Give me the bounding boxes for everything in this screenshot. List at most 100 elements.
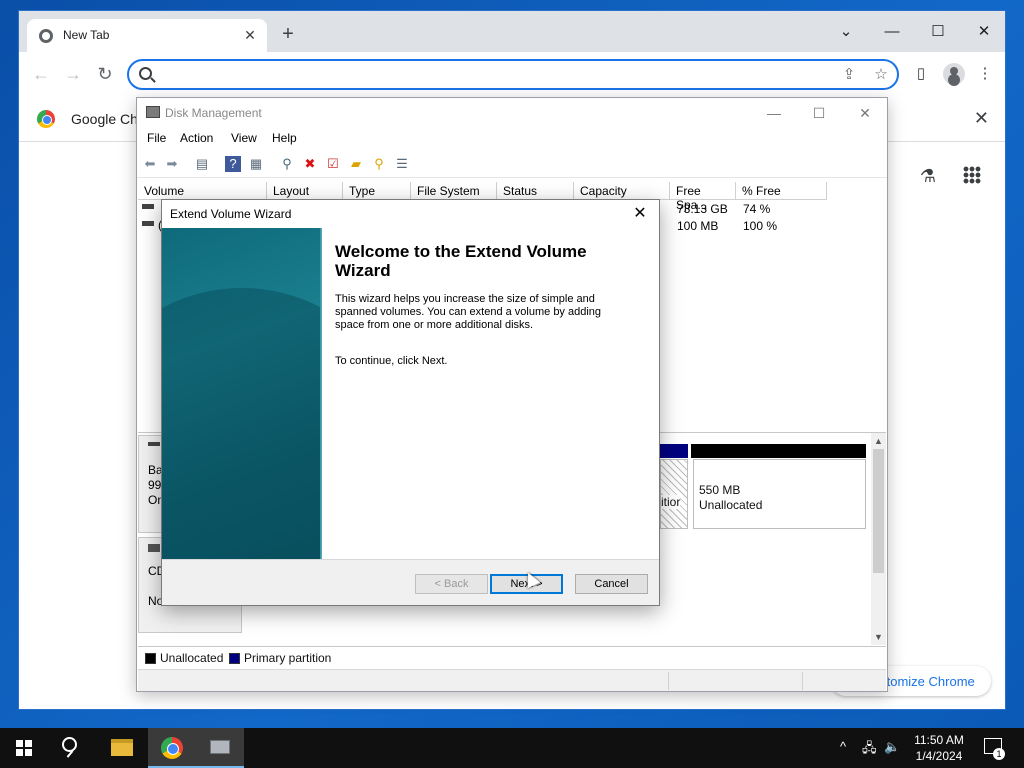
- tab-search-chevron-icon[interactable]: ⌄: [823, 19, 869, 45]
- browser-toolbar: ← → ↻ ⇪ ☆ ▯ ⋮: [19, 52, 1005, 96]
- taskbar: ^ 🖧 🔈 11:50 AM 1/4/2024 1: [0, 728, 1024, 768]
- network-icon[interactable]: 🖧: [862, 739, 877, 761]
- start-button[interactable]: [0, 728, 48, 768]
- minimize-button[interactable]: —: [869, 19, 915, 45]
- row-free-space: 100 MB: [677, 219, 719, 233]
- cancel-button[interactable]: Cancel: [575, 574, 648, 594]
- address-bar[interactable]: ⇪ ☆: [127, 59, 899, 90]
- wizard-continue-text: To continue, click Next.: [335, 355, 448, 367]
- wizard-side-banner: [162, 228, 322, 559]
- wizard-footer: < Back Next > Cancel: [162, 559, 659, 605]
- tab-strip: New Tab ✕ + ⌄ — ☐ ✕: [19, 11, 1005, 52]
- chrome-favicon-icon: [39, 29, 53, 43]
- folder-icon: [111, 739, 133, 756]
- col-file-system[interactable]: File System: [411, 182, 497, 200]
- dm-title: Disk Management: [165, 106, 262, 120]
- col-volume[interactable]: Volume: [138, 182, 267, 200]
- console-tree-icon[interactable]: ▤: [194, 156, 210, 172]
- volume-drive-icon: [142, 221, 154, 226]
- back-button[interactable]: ←: [29, 62, 53, 86]
- clock-date: 1/4/2024: [915, 749, 963, 763]
- disk-icon: [148, 442, 160, 446]
- labs-flask-icon[interactable]: ⚗: [917, 166, 939, 188]
- scroll-up-icon[interactable]: ▲: [873, 435, 884, 447]
- infobar-close-icon[interactable]: ✕: [974, 108, 989, 129]
- scroll-thumb[interactable]: [873, 449, 884, 573]
- menu-action[interactable]: Action: [180, 131, 213, 145]
- disk-management-icon: [210, 740, 230, 754]
- col-pct-free[interactable]: % Free: [736, 182, 827, 200]
- wizard-heading: Welcome to the Extend Volume Wizard: [335, 242, 587, 280]
- col-layout[interactable]: Layout: [267, 182, 343, 200]
- share-icon[interactable]: ⇪: [839, 65, 859, 85]
- dm-close-button[interactable]: ✕: [845, 102, 885, 124]
- windows-logo-icon: [16, 740, 32, 756]
- wizard-close-icon[interactable]: ✕: [629, 203, 651, 225]
- reload-button[interactable]: ↻: [93, 62, 117, 86]
- infobar-text: Google Chr: [71, 111, 143, 127]
- chrome-taskbar-button[interactable]: [148, 728, 196, 768]
- tab-new-tab[interactable]: New Tab ✕: [27, 19, 267, 52]
- wizard-description: This wizard helps you increase the size …: [335, 293, 602, 331]
- volume-muted-icon[interactable]: 🔈: [884, 739, 900, 755]
- close-window-button[interactable]: ✕: [961, 19, 1005, 45]
- clock[interactable]: 11:50 AM 1/4/2024: [900, 732, 978, 764]
- list-view-icon[interactable]: ☰: [394, 156, 410, 172]
- search-folder-icon[interactable]: ⚲: [371, 156, 387, 172]
- cd-drive-icon: [148, 544, 160, 552]
- menu-view[interactable]: View: [231, 131, 257, 145]
- profile-avatar[interactable]: [943, 63, 965, 85]
- volume-drive-icon: [142, 204, 154, 209]
- connect-icon[interactable]: ⚲: [279, 156, 295, 172]
- wizard-titlebar: Extend Volume Wizard ✕: [162, 200, 659, 228]
- unallocated-bar: [691, 444, 866, 458]
- legend-primary: Primary partition: [244, 651, 332, 665]
- row-pct-free: 74 %: [743, 202, 771, 216]
- google-chrome-logo-icon: [37, 110, 55, 128]
- file-explorer-button[interactable]: [98, 728, 146, 768]
- help-icon[interactable]: ?: [225, 156, 241, 172]
- col-type[interactable]: Type: [343, 182, 411, 200]
- search-icon: [62, 737, 77, 752]
- disk-management-taskbar-button[interactable]: [196, 728, 244, 768]
- legend-primary-swatch: [229, 653, 240, 664]
- tab-close-icon[interactable]: ✕: [241, 26, 259, 44]
- back-button[interactable]: < Back: [415, 574, 488, 594]
- search-button[interactable]: [48, 728, 96, 768]
- partition-block[interactable]: itior: [660, 459, 688, 529]
- row-pct-free: 100 %: [743, 219, 778, 233]
- delete-icon[interactable]: ✖: [302, 156, 318, 172]
- bookmark-star-icon[interactable]: ☆: [871, 65, 891, 85]
- wizard-body: Welcome to the Extend Volume Wizard This…: [162, 228, 659, 559]
- menu-file[interactable]: File: [147, 131, 166, 145]
- chrome-icon: [161, 737, 183, 759]
- partition-label: itior: [661, 495, 681, 509]
- maximize-button[interactable]: ☐: [915, 19, 961, 45]
- properties-icon[interactable]: ▦: [248, 156, 264, 172]
- back-arrow-icon[interactable]: ⬅: [142, 156, 158, 172]
- menu-help[interactable]: Help: [272, 131, 297, 145]
- unallocated-partition[interactable]: 550 MB Unallocated: [693, 459, 866, 529]
- scroll-down-icon[interactable]: ▼: [873, 631, 884, 643]
- dm-maximize-button[interactable]: ☐: [799, 102, 839, 124]
- side-panel-icon[interactable]: ▯: [909, 62, 933, 86]
- folder-up-icon[interactable]: ▰: [348, 156, 364, 172]
- primary-partition-bar: [660, 444, 688, 458]
- tab-title: New Tab: [63, 28, 110, 42]
- forward-button[interactable]: →: [61, 62, 85, 86]
- disk-map-scrollbar[interactable]: ▲ ▼: [871, 433, 886, 645]
- row-free-space: 73.13 GB: [677, 202, 728, 216]
- apps-grid-icon[interactable]: [963, 166, 981, 184]
- extend-volume-wizard: Extend Volume Wizard ✕ Welcome to the Ex…: [161, 199, 660, 606]
- disk-management-icon: [146, 106, 160, 118]
- unallocated-size: 550 MB: [699, 483, 741, 497]
- col-free-space[interactable]: Free Spa...: [670, 182, 736, 212]
- tray-chevron-icon[interactable]: ^: [840, 739, 846, 754]
- new-tab-button[interactable]: +: [277, 23, 299, 45]
- forward-arrow-icon[interactable]: ➡: [164, 156, 180, 172]
- checklist-icon[interactable]: ☑: [325, 156, 341, 172]
- chrome-menu-icon[interactable]: ⋮: [973, 62, 997, 86]
- col-status[interactable]: Status: [497, 182, 574, 200]
- dm-minimize-button[interactable]: —: [754, 102, 794, 124]
- col-capacity[interactable]: Capacity: [574, 182, 670, 200]
